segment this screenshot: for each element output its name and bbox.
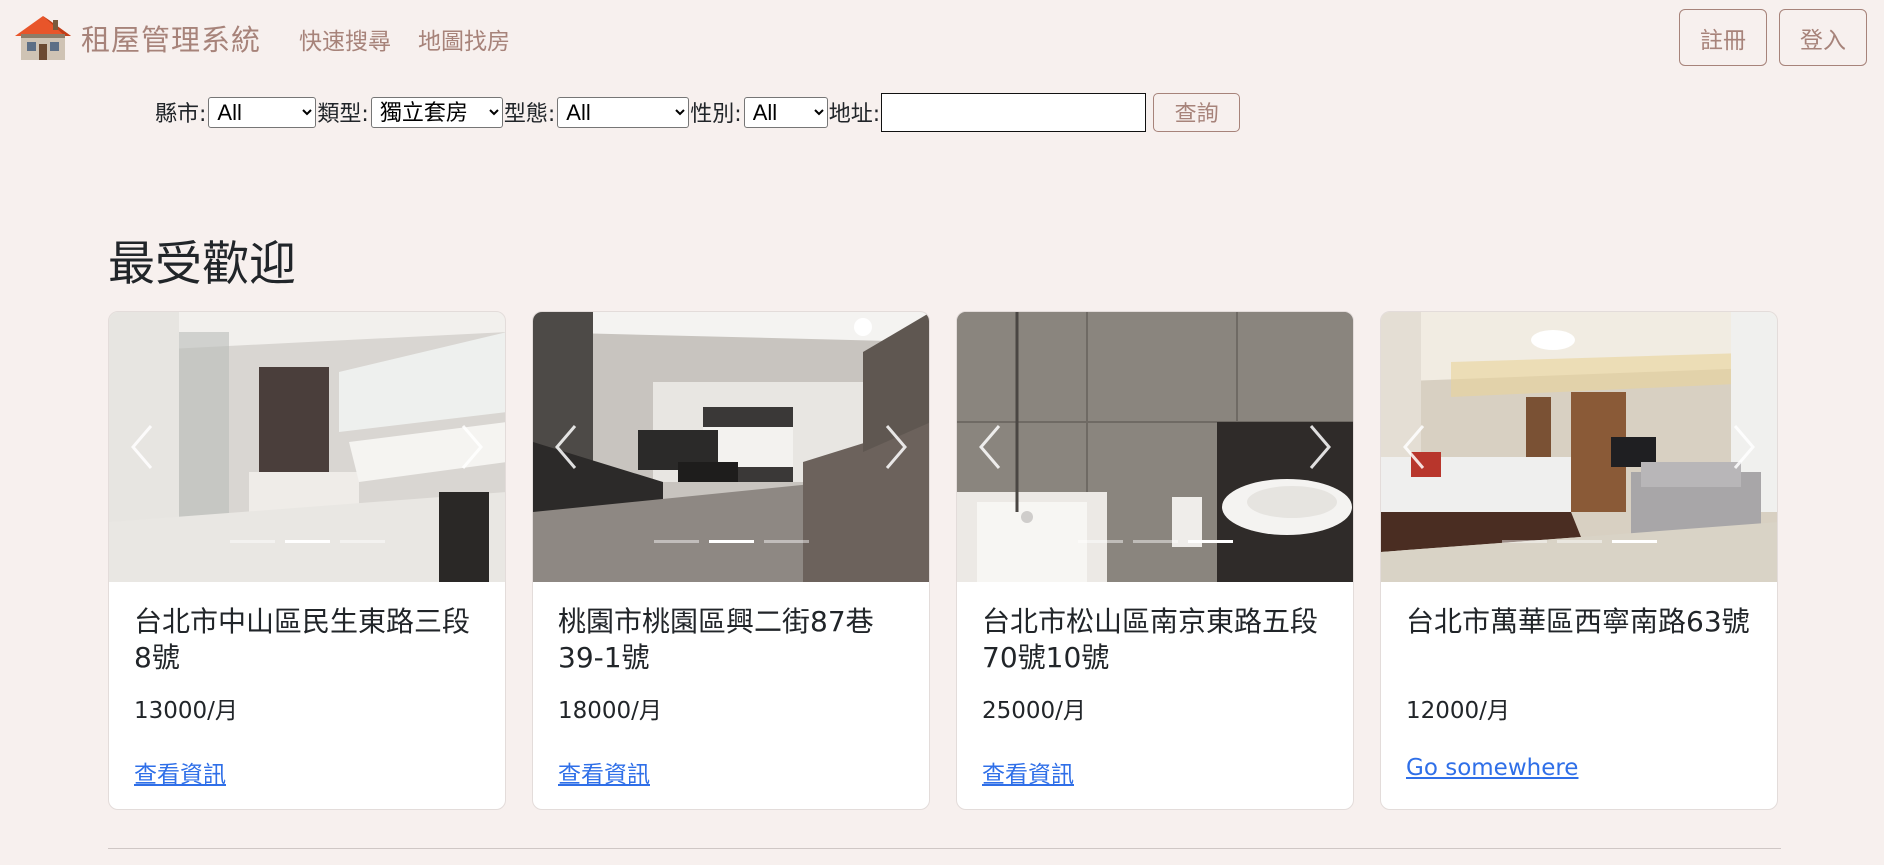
card-body: 台北市中山區民生東路三段8號 13000/月 查看資訊: [109, 582, 505, 789]
nav-link-map-search[interactable]: 地圖找房: [418, 22, 510, 56]
listing-card: 台北市松山區南京東路五段70號10號 25000/月 查看資訊: [956, 311, 1354, 810]
carousel-indicator-active[interactable]: [708, 540, 754, 543]
carousel-indicators: [533, 540, 929, 543]
carousel-indicators: [109, 540, 505, 543]
photo-carousel: [533, 312, 929, 582]
auth-buttons: 註冊 登入: [1667, 9, 1867, 66]
nav-links: 快速搜尋 地圖找房: [299, 22, 537, 56]
view-details-link[interactable]: 查看資訊: [982, 755, 1074, 789]
carousel-indicators: [957, 540, 1353, 543]
listing-card: 台北市中山區民生東路三段8號 13000/月 查看資訊: [108, 311, 506, 810]
county-label: 縣市:: [155, 102, 207, 127]
carousel-indicator[interactable]: [1501, 540, 1547, 543]
listing-price: 18000/月: [558, 698, 662, 724]
listing-price: 12000/月: [1406, 698, 1510, 724]
gender-select[interactable]: All: [743, 96, 828, 128]
photo-carousel: [1381, 312, 1777, 582]
county-select[interactable]: All: [208, 96, 317, 128]
carousel-indicator-active[interactable]: [1187, 540, 1233, 543]
listing-address: 台北市中山區民生東路三段8號: [134, 605, 471, 674]
listing-address: 台北市松山區南京東路五段70號10號: [982, 605, 1319, 674]
listing-address: 桃園市桃園區興二街87巷39-1號: [558, 605, 874, 674]
carousel-indicator[interactable]: [339, 540, 385, 543]
carousel-prev-icon[interactable]: [547, 420, 587, 474]
card-list: 台北市中山區民生東路三段8號 13000/月 查看資訊 桃園市桃園區興二街87巷…: [108, 311, 1778, 810]
go-somewhere-link[interactable]: Go somewhere: [1406, 755, 1578, 781]
carousel-prev-icon[interactable]: [123, 420, 163, 474]
address-label: 地址:: [828, 102, 881, 127]
section-divider: [108, 848, 1781, 849]
card-body: 桃園市桃園區興二街87巷39-1號 18000/月 查看資訊: [533, 582, 929, 789]
view-details-link[interactable]: 查看資訊: [134, 755, 226, 789]
carousel-indicator[interactable]: [763, 540, 809, 543]
form-label: 型態:: [503, 102, 556, 127]
listing-price: 13000/月: [134, 698, 238, 724]
gender-label: 性別:: [690, 102, 742, 127]
query-button[interactable]: 查詢: [1153, 92, 1241, 132]
view-details-link[interactable]: 查看資訊: [558, 755, 650, 789]
type-select[interactable]: 獨立套房: [370, 96, 503, 128]
register-button[interactable]: 註冊: [1679, 9, 1767, 66]
address-input[interactable]: [881, 92, 1147, 132]
section-title: 最受歡迎: [108, 237, 296, 292]
form-select[interactable]: All: [557, 96, 690, 128]
carousel-indicator[interactable]: [653, 540, 699, 543]
brand-link[interactable]: 租屋管理系統: [13, 14, 261, 62]
carousel-prev-icon[interactable]: [971, 420, 1011, 474]
carousel-indicator-active[interactable]: [284, 540, 330, 543]
listing-card: 桃園市桃園區興二街87巷39-1號 18000/月 查看資訊: [532, 311, 930, 810]
brand-name: 租屋管理系統: [81, 23, 262, 57]
photo-carousel: [109, 312, 505, 582]
carousel-indicator-active[interactable]: [1611, 540, 1657, 543]
carousel-next-icon[interactable]: [875, 420, 915, 474]
carousel-next-icon[interactable]: [1299, 420, 1339, 474]
carousel-indicator[interactable]: [1556, 540, 1602, 543]
navbar: 租屋管理系統 快速搜尋 地圖找房 註冊 登入: [0, 0, 1884, 72]
card-body: 台北市萬華區西寧南路63號 12000/月 Go somewhere: [1381, 582, 1777, 781]
type-label: 類型:: [317, 102, 369, 127]
listing-address: 台北市萬華區西寧南路63號: [1406, 605, 1750, 638]
carousel-prev-icon[interactable]: [1395, 420, 1435, 474]
carousel-next-icon[interactable]: [451, 420, 491, 474]
carousel-indicator[interactable]: [229, 540, 275, 543]
carousel-indicator[interactable]: [1132, 540, 1178, 543]
photo-carousel: [957, 312, 1353, 582]
carousel-indicators: [1381, 540, 1777, 543]
search-form: 縣市: All 類型: 獨立套房 型態: All 性別: All 地址: 查詢: [155, 92, 1241, 132]
login-button[interactable]: 登入: [1779, 9, 1867, 66]
carousel-next-icon[interactable]: [1723, 420, 1763, 474]
nav-link-quick-search[interactable]: 快速搜尋: [299, 22, 391, 56]
house-icon: [15, 16, 71, 60]
listing-card: 台北市萬華區西寧南路63號 12000/月 Go somewhere: [1380, 311, 1778, 810]
listing-price: 25000/月: [982, 698, 1086, 724]
card-body: 台北市松山區南京東路五段70號10號 25000/月 查看資訊: [957, 582, 1353, 789]
carousel-indicator[interactable]: [1077, 540, 1123, 543]
